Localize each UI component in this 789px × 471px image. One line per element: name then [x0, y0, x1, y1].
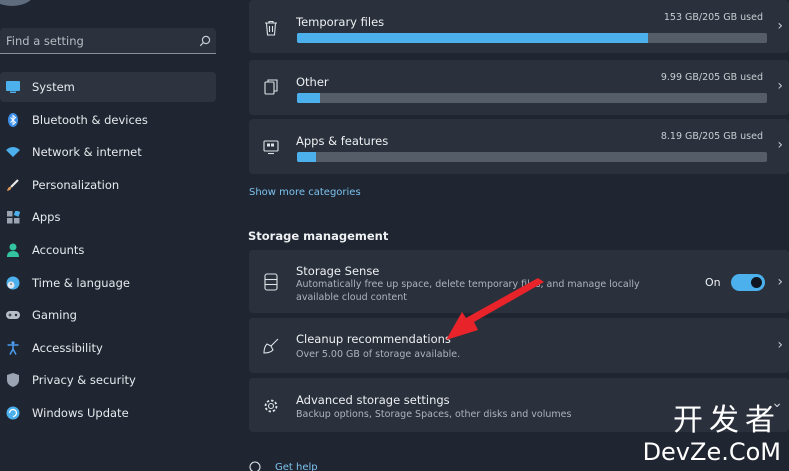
get-help-label: Get help: [275, 462, 318, 471]
sidebar-item-label: Personalization: [32, 177, 120, 192]
chevron-right-icon: ›: [777, 274, 783, 290]
sidebar-item-label: Accounts: [32, 242, 85, 257]
sidebar-item-label: Accessibility: [32, 340, 103, 355]
sidebar-item-windows-update[interactable]: Windows Update: [0, 398, 216, 428]
person-icon: [6, 243, 20, 257]
storage-category-temporary-files[interactable]: Temporary files 153 GB/205 GB used ›: [249, 0, 789, 53]
storage-sense-toggle-label: On: [705, 276, 721, 289]
sidebar: System Bluetooth & devices Network & int…: [0, 0, 230, 471]
watermark-en: DevZe.CoM: [642, 438, 781, 466]
sidebar-item-label: Windows Update: [32, 405, 129, 420]
sidebar-item-label: System: [32, 80, 75, 94]
document-icon: [263, 79, 279, 95]
sidebar-item-label: Apps: [32, 210, 61, 225]
storage-sense-title: Storage Sense: [296, 264, 380, 278]
sidebar-item-personalization[interactable]: Personalization: [0, 170, 216, 200]
annotation-arrow: [446, 278, 544, 340]
nav-list: System Bluetooth & devices Network & int…: [0, 72, 216, 431]
sidebar-item-label: Privacy & security: [32, 373, 136, 388]
sidebar-item-apps[interactable]: Apps: [0, 202, 216, 232]
category-name: Temporary files: [296, 15, 385, 29]
sidebar-item-privacy-security[interactable]: Privacy & security: [0, 365, 216, 395]
sidebar-item-network[interactable]: Network & internet: [0, 137, 216, 167]
chevron-right-icon: ›: [777, 337, 783, 353]
sidebar-item-time-language[interactable]: Time & language: [0, 268, 216, 298]
get-help-link[interactable]: Get help: [249, 460, 318, 471]
apps-features-icon: [263, 139, 279, 155]
help-icon: [249, 460, 263, 471]
wifi-icon: [6, 145, 20, 159]
bluetooth-icon: [6, 112, 20, 127]
shield-icon: [6, 373, 20, 388]
cleanup-desc: Over 5.00 GB of storage available.: [296, 349, 461, 360]
usage-bar: [297, 93, 767, 103]
cleanup-title: Cleanup recommendations: [296, 332, 451, 346]
search-input[interactable]: [6, 33, 194, 48]
update-icon: [6, 406, 20, 420]
storage-category-other[interactable]: Other 9.99 GB/205 GB used ›: [249, 60, 789, 115]
brush-icon: [6, 178, 20, 192]
usage-bar-fill: [297, 93, 321, 103]
chevron-right-icon: ›: [777, 137, 783, 153]
trash-icon: [263, 20, 279, 36]
sidebar-item-label: Bluetooth & devices: [32, 112, 148, 127]
sidebar-item-gaming[interactable]: Gaming: [0, 300, 216, 330]
category-name: Other: [296, 75, 329, 89]
sidebar-item-label: Time & language: [32, 275, 130, 290]
sidebar-item-accounts[interactable]: Accounts: [0, 235, 216, 265]
broom-icon: [263, 338, 279, 354]
search-box[interactable]: [0, 28, 216, 54]
usage-bar: [297, 152, 767, 162]
accessibility-icon: [6, 340, 20, 355]
monitor-icon: [6, 80, 20, 94]
usage-bar-fill: [297, 33, 648, 43]
apps-icon: [6, 210, 20, 224]
chevron-right-icon: ›: [777, 18, 783, 34]
storage-drive-icon: [263, 273, 279, 291]
category-name: Apps & features: [296, 134, 389, 148]
section-title-storage-management: Storage management: [248, 229, 389, 243]
category-usage: 9.99 GB/205 GB used: [660, 72, 763, 83]
storage-category-apps-features[interactable]: Apps & features 8.19 GB/205 GB used ›: [249, 119, 789, 174]
storage-sense-desc-line2: available cloud content: [296, 292, 408, 303]
globe-clock-icon: [6, 276, 20, 290]
advanced-title: Advanced storage settings: [296, 393, 450, 407]
gear-icon: [263, 398, 279, 414]
watermark: 开发者 DevZe.CoM: [642, 403, 781, 467]
sidebar-item-accessibility[interactable]: Accessibility: [0, 333, 216, 363]
gamepad-icon: [6, 308, 20, 322]
sidebar-item-label: Gaming: [32, 308, 77, 323]
sidebar-item-label: Network & internet: [32, 145, 142, 160]
show-more-categories-link[interactable]: Show more categories: [249, 187, 361, 198]
avatar[interactable]: [0, 0, 36, 6]
watermark-cn: 开发者: [673, 403, 781, 438]
storage-sense-toggle[interactable]: [731, 274, 765, 291]
usage-bar: [297, 33, 767, 43]
category-usage: 153 GB/205 GB used: [663, 12, 763, 23]
usage-bar-fill: [297, 152, 316, 162]
search-icon[interactable]: [194, 35, 216, 47]
category-usage: 8.19 GB/205 GB used: [660, 131, 763, 142]
toggle-knob: [751, 277, 762, 288]
chevron-right-icon: ›: [777, 78, 783, 94]
advanced-desc: Backup options, Storage Spaces, other di…: [296, 409, 572, 420]
sidebar-item-bluetooth[interactable]: Bluetooth & devices: [0, 105, 216, 135]
sidebar-item-system[interactable]: System: [0, 72, 216, 102]
